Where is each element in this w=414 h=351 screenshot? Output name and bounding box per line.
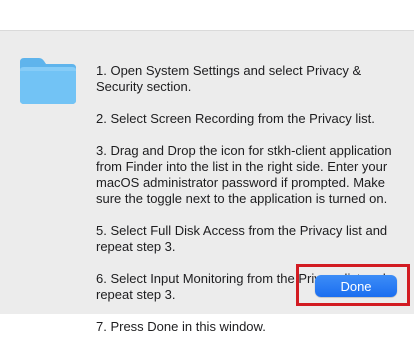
done-button[interactable]: Done [315, 275, 397, 297]
folder-icon [20, 58, 76, 104]
instruction-step: 2. Select Screen Recording from the Priv… [96, 111, 375, 126]
instruction-step: 3. Drag and Drop the icon for stkh-clien… [96, 143, 392, 206]
instruction-step: 5. Select Full Disk Access from the Priv… [96, 223, 388, 254]
window-titlebar [0, 0, 414, 30]
instruction-step: 1. Open System Settings and select Priva… [96, 63, 362, 94]
instruction-step: 7. Press Done in this window. [96, 319, 266, 334]
